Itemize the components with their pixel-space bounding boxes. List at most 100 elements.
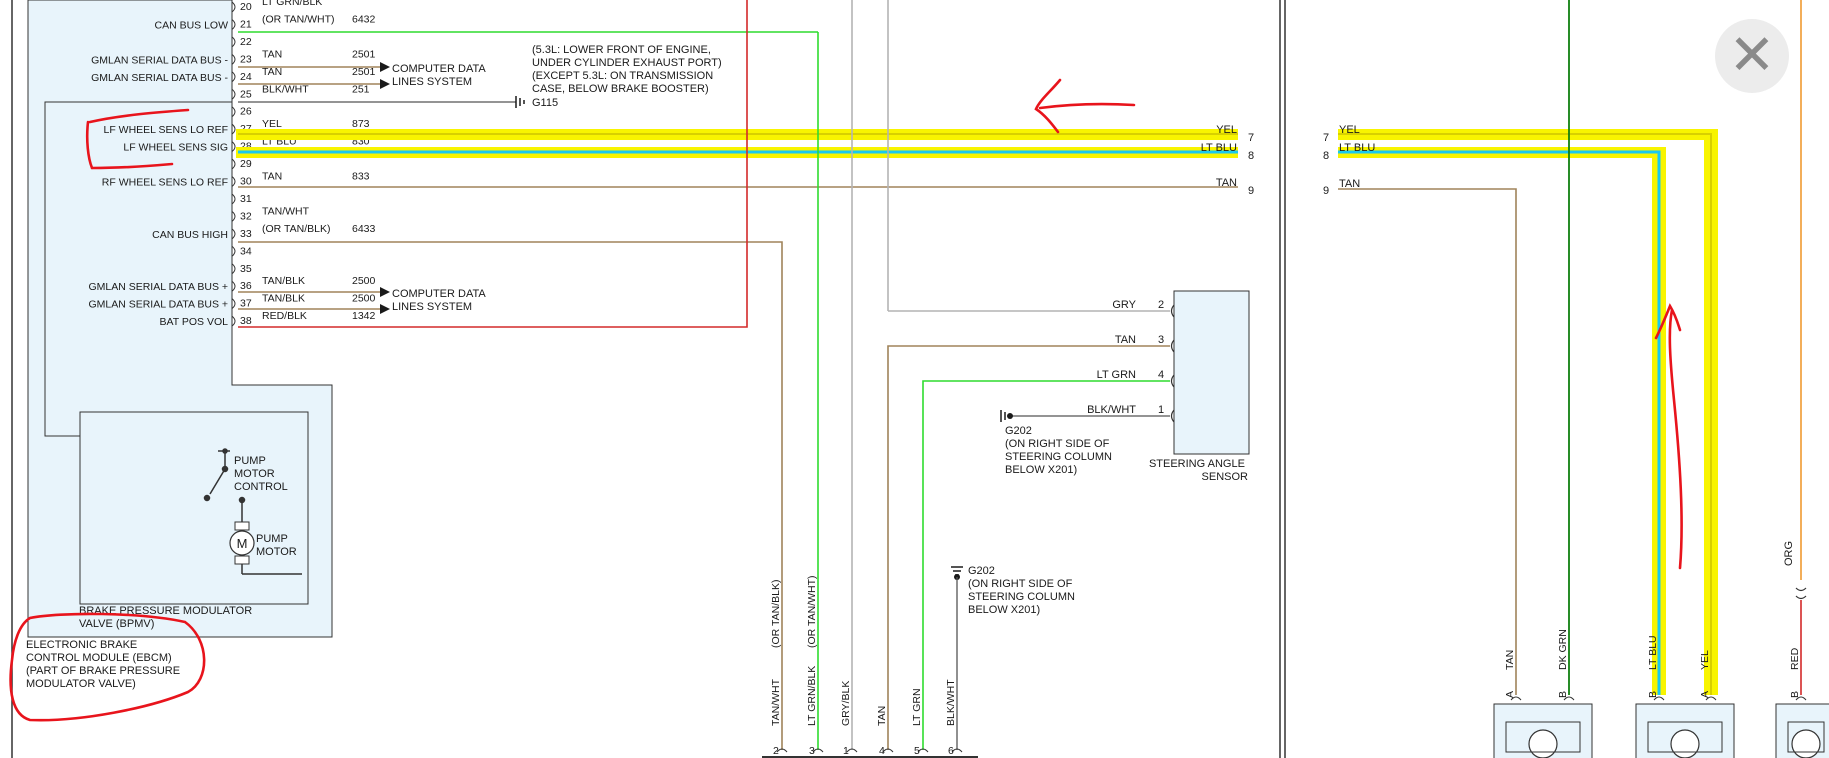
wire-ltgrn-sensor <box>922 380 1170 750</box>
rp-color-org: ORG <box>1783 541 1795 566</box>
pin-number: 21 <box>240 18 252 30</box>
pin-function-label: RF WHEEL SENS LO REF <box>102 177 228 189</box>
bottom-connector-pin: 1 GRY/BLK <box>840 681 858 757</box>
splice-tan-pin: 9 <box>1248 185 1254 197</box>
pump-motor-brush-top <box>234 521 250 531</box>
bottom-pin-alt-color: (OR TAN/WHT) <box>806 575 818 648</box>
bpmv-box <box>79 411 309 605</box>
pin-number: 30 <box>240 176 252 188</box>
pin-wire-color: (OR TAN/WHT) <box>262 13 335 25</box>
pin-wire-color: YEL <box>262 118 282 130</box>
pin-number: 38 <box>240 315 252 327</box>
pin-wire-color: TAN <box>262 171 282 183</box>
pin-number: 20 <box>240 1 252 13</box>
pin-function-label: CAN BUS LOW <box>154 19 228 31</box>
rp-wire-tan <box>1338 188 1517 695</box>
g202-label-b: G202 (ON RIGHT SIDE OF STEERING COLUMN B… <box>968 565 1078 616</box>
pin-row: 22 <box>231 36 252 48</box>
wheel-sensor-gear-icon <box>1528 729 1558 758</box>
pin-function-label: BAT POS VOL <box>160 316 229 328</box>
steering-ltgrn-color: LT GRN <box>1097 369 1136 381</box>
pin-row: 29 <box>231 158 252 170</box>
pin-number: 26 <box>240 106 252 118</box>
steering-angle-sensor-label: STEERING ANGLE SENSOR <box>1149 458 1248 483</box>
g115-ground-symbol <box>515 96 525 108</box>
bottom-pin-number: 5 <box>914 745 920 757</box>
bottom-connector-pin: 3 LT GRN/BLK (OR TAN/WHT) <box>806 575 824 757</box>
splice-tan-color: TAN <box>1216 177 1237 189</box>
wheel-sensor-pin-letter: A <box>1504 691 1516 698</box>
g202-ground-symbol-b <box>951 566 963 576</box>
pin-circuit-number: 873 <box>352 118 370 130</box>
steering-gry-pin: 2 <box>1158 299 1164 311</box>
pin-wire-color: TAN/BLK <box>262 293 305 305</box>
wheel-sensor-wire-color: RED <box>1789 647 1801 670</box>
bottom-pin-color: BLK/WHT <box>945 679 957 726</box>
bottom-connector-pin: 2 TAN/WHT (OR TAN/BLK) <box>770 580 788 757</box>
pin-circuit-number: 2501 <box>352 48 376 60</box>
wiring-diagram: M PUMP MOTOR CONTROL PUMP MOTOR BRAKE PR… <box>9 0 1829 758</box>
g115-label: G115 <box>532 97 558 109</box>
splice-ltblu-pin: 8 <box>1248 150 1254 162</box>
pin-row: 20 LT GRN/BLK <box>231 0 322 13</box>
bottom-pin-color: TAN <box>876 706 888 726</box>
g202-label-a: G202 (ON RIGHT SIDE OF STEERING COLUMN B… <box>1005 425 1115 476</box>
pin-row: 34 <box>231 245 252 257</box>
bottom-pin-alt-color: (OR TAN/BLK) <box>770 580 782 648</box>
pin-circuit-number: 1342 <box>352 310 376 322</box>
computer-data-label-lower: COMPUTER DATA LINES SYSTEM <box>392 288 488 313</box>
pin-number: 32 <box>240 210 252 222</box>
pin-row: 26 <box>231 106 252 118</box>
pin-circuit-number: 2500 <box>352 293 376 305</box>
bottom-pin-number: 4 <box>879 745 885 757</box>
splice-ltblu-color: LT BLU <box>1201 142 1237 154</box>
steering-tan-color: TAN <box>1115 334 1136 346</box>
bottom-pin-number: 6 <box>948 745 954 757</box>
pin-function-label: CAN BUS HIGH <box>152 229 228 241</box>
pin-number: 35 <box>240 263 252 275</box>
pin-circuit-number: 6433 <box>352 223 376 235</box>
steering-tan-pin: 3 <box>1158 334 1164 346</box>
rp-pin-7: 7 <box>1323 132 1329 144</box>
wheel-sensor-connector: B RED <box>1775 647 1829 758</box>
pin-circuit-number: 833 <box>352 171 370 183</box>
computer-data-label-upper: COMPUTER DATA LINES SYSTEM <box>392 63 488 88</box>
bottom-connector-pin: 6 BLK/WHT <box>945 679 963 757</box>
pin-number: 25 <box>240 88 252 100</box>
pin-number: 36 <box>240 280 252 292</box>
wheel-sensor-connector: A TAN B DK GRN <box>1493 629 1593 758</box>
wheel-sensor-pin-letter: B <box>1557 691 1569 698</box>
bottom-pin-color: LT GRN/BLK <box>806 666 818 726</box>
pin-number: 22 <box>240 36 252 48</box>
wheel-sensor-wire-color: LT BLU <box>1647 635 1659 670</box>
pin-wire-color: (OR TAN/BLK) <box>262 223 330 235</box>
close-button[interactable]: ✕ <box>1715 19 1789 93</box>
pin-circuit-number: 6432 <box>352 13 376 25</box>
bottom-pin-number: 3 <box>809 745 815 757</box>
pin-number: 31 <box>240 193 252 205</box>
pin-function-label: GMLAN SERIAL DATA BUS + <box>88 299 228 311</box>
pin-wire-color: TAN <box>262 48 282 60</box>
ebcm-label: ELECTRONIC BRAKE CONTROL MODULE (EBCM) (… <box>26 639 183 690</box>
pin-row: 25 BLK/WHT 251 <box>231 83 370 100</box>
wheel-sensor-wire-color: TAN <box>1504 650 1516 670</box>
pin-function-label: LF WHEEL SENS SIG <box>123 142 228 154</box>
g202-junction-a <box>1007 413 1013 419</box>
pin-row: 31 <box>231 193 252 205</box>
rp-wire-ltblu <box>1338 150 1661 695</box>
wheel-sensor-pin-letter: B <box>1647 691 1659 698</box>
pin-circuit-number: 251 <box>352 83 370 95</box>
bottom-connector-pin: 5 LT GRN <box>911 688 929 757</box>
splice-yel-color: YEL <box>1216 124 1237 136</box>
pin-wire-color: TAN/BLK <box>262 275 305 287</box>
wheel-sensor-gear-icon <box>1670 729 1700 758</box>
bottom-connector-pin: 4 TAN <box>876 706 894 757</box>
bottom-pin-number: 1 <box>843 745 849 757</box>
pin-function-label: GMLAN SERIAL DATA BUS - <box>91 54 228 66</box>
pin-row: 32 TAN/WHT <box>231 205 310 222</box>
pin-wire-color: TAN/WHT <box>262 205 310 217</box>
pin-number: 34 <box>240 245 252 257</box>
pin-function-label: LF WHEEL SENS LO REF <box>104 124 228 136</box>
rp-pin-9: 9 <box>1323 185 1329 197</box>
bottom-connector: 2 TAN/WHT (OR TAN/BLK) 3 LT GRN/BLK (OR TAN/W… <box>770 575 963 757</box>
